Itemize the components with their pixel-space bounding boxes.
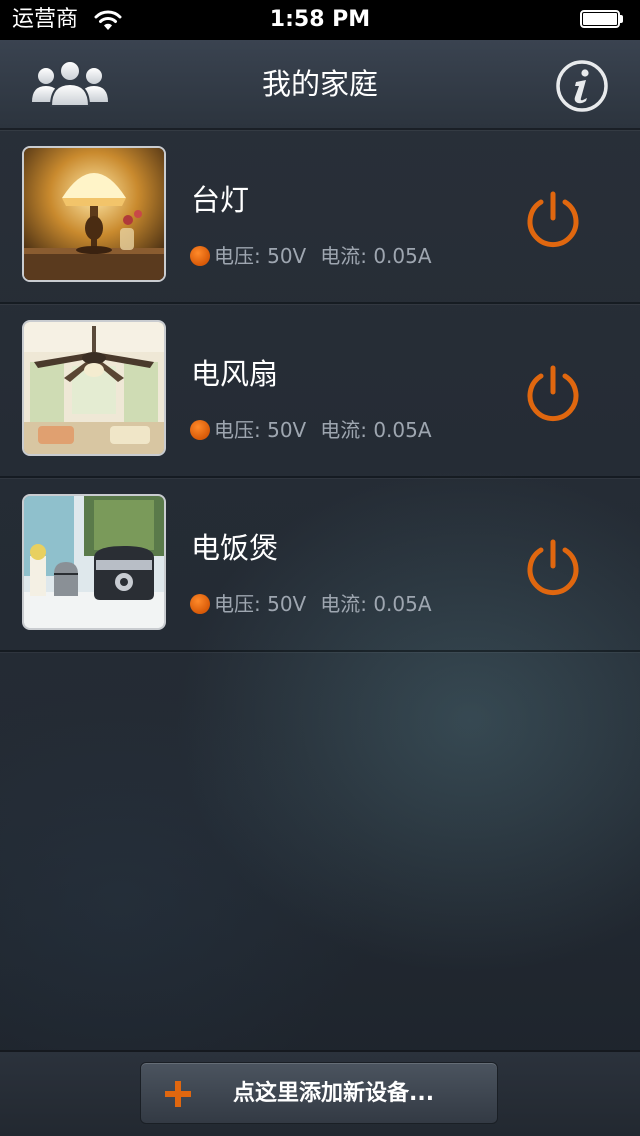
power-icon[interactable] (522, 188, 584, 250)
rice-cooker-image (22, 494, 166, 630)
info-icon[interactable] (554, 58, 610, 114)
ceiling-fan-image (22, 320, 166, 456)
current-reading: 电流: 0.05A (320, 244, 432, 268)
add-device-label: 点这里添加新设备... (233, 1081, 435, 1106)
device-name: 电饭煲 (191, 531, 279, 565)
device-stats: 电压: 50V 电流: 0.05A (190, 590, 432, 618)
power-icon[interactable] (522, 536, 584, 598)
status-bar: 运营商 1:58 PM (0, 0, 640, 40)
status-dot (190, 420, 210, 440)
voltage-reading: 电压: 50V (214, 592, 307, 616)
device-row[interactable]: 台灯 电压: 50V 电流: 0.05A (0, 130, 640, 304)
power-icon[interactable] (522, 362, 584, 424)
status-dot (190, 594, 210, 614)
device-row[interactable]: 电风扇 电压: 50V 电流: 0.05A (0, 304, 640, 478)
device-row[interactable]: 电饭煲 电压: 50V 电流: 0.05A (0, 478, 640, 652)
voltage-reading: 电压: 50V (214, 418, 307, 442)
device-stats: 电压: 50V 电流: 0.05A (190, 416, 432, 444)
device-stats: 电压: 50V 电流: 0.05A (190, 242, 432, 270)
device-name: 电风扇 (191, 357, 279, 391)
device-list: 台灯 电压: 50V 电流: 0.05A 电风扇 电压: 50V 电流: 0.0… (0, 130, 640, 652)
status-time: 1:58 PM (269, 7, 371, 32)
table-lamp-image (22, 146, 166, 282)
plus-icon (165, 1081, 191, 1107)
add-device-button[interactable]: 点这里添加新设备... (140, 1062, 498, 1124)
voltage-reading: 电压: 50V (214, 244, 307, 268)
bottom-bar: 点这里添加新设备... (0, 1050, 640, 1136)
current-reading: 电流: 0.05A (320, 418, 432, 442)
page-title: 我的家庭 (261, 67, 378, 101)
nav-bar: 我的家庭 (0, 40, 640, 130)
current-reading: 电流: 0.05A (320, 592, 432, 616)
device-name: 台灯 (191, 183, 250, 217)
status-dot (190, 246, 210, 266)
battery-icon (580, 10, 624, 30)
